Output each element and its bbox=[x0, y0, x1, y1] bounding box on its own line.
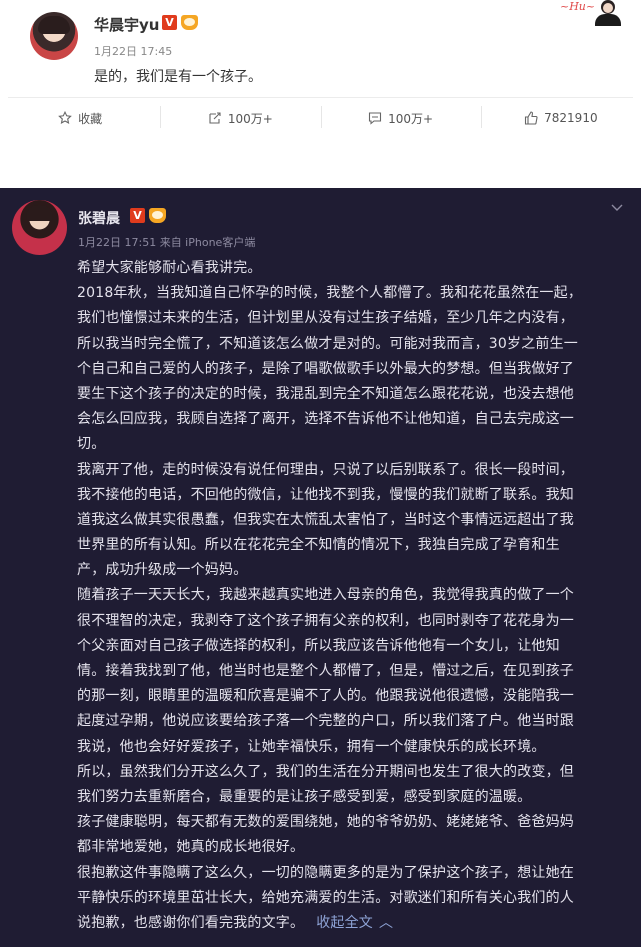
content-line: 我们也憧憬过未来的生活，但计划里从没有过生孩子结婚，至少几年之内没有， bbox=[77, 310, 574, 327]
collapse-full-text-button[interactable]: 收起全文 ︿ bbox=[316, 915, 393, 931]
content-line-last: 说抱歉，也感谢你们看完我的文字。 收起全文 ︿ bbox=[77, 911, 625, 936]
content-line: 个父亲面对自己孩子做选择的权利，所以我应该告诉他他有一个女儿，让他知 bbox=[77, 637, 560, 654]
star-icon bbox=[58, 111, 72, 125]
member-crown-icon bbox=[181, 15, 198, 30]
corner-photo: ~Hu~ bbox=[560, 0, 630, 28]
content-line: 世界里的所有认知。所以在花花完全不知情的情况下，我独自完成了孕育和生 bbox=[77, 537, 560, 554]
comment-icon bbox=[368, 111, 382, 125]
content-line: 我说，他也会好好爱孩子，让她幸福快乐，拥有一个健康快乐的成长环境。 bbox=[77, 738, 546, 755]
user-badges: V bbox=[130, 208, 166, 223]
like-icon bbox=[524, 111, 538, 125]
content-line: 产，成功升级成一个妈妈。 bbox=[77, 562, 248, 579]
content-line: 我不接他的电话，不回他的微信，让他找不到我，慢慢的我们就断了联系。我知 bbox=[77, 486, 574, 503]
content-line: 情。接着我找到了他，他当时也是整个人都懵了，但是，懵过之后，在见到孩子 bbox=[77, 663, 574, 679]
content-line: 随着孩子一天天长大，我越来越真实地进入母亲的角色，我觉得我真的做了一个 bbox=[77, 587, 574, 604]
like-count: 7821910 bbox=[544, 111, 598, 125]
content-line: 起度过孕期，他说应该要给孩子落一个完整的户口，所以我们落了户。他当时跟 bbox=[77, 713, 574, 730]
content-line: 都非常地爱她，她真的成长地很好。 bbox=[77, 839, 305, 856]
content-line: 我离开了他，走的时候没有说任何理由，只说了以后别联系了。很长一段时间， bbox=[77, 461, 574, 478]
repost-button[interactable]: 100万+ bbox=[160, 98, 320, 138]
last-line-text: 说抱歉，也感谢你们看完我的文字。 bbox=[77, 914, 305, 931]
chevron-up-icon: ︿ bbox=[379, 914, 394, 931]
content-line: 所以我当时完全慌了，不知道该怎么做才是对的。可能对我而言，30岁之前生一 bbox=[77, 335, 579, 352]
post-timestamp[interactable]: 1月22日 17:51 来自 iPhone客户端 bbox=[78, 234, 255, 250]
username[interactable]: 华晨宇yu bbox=[94, 14, 159, 35]
content-line: 希望大家能够耐心看我讲完。 bbox=[77, 260, 262, 276]
content-line: 会怎么回应我，我顾自选择了离开，选择不告诉他不让他知道，自己去完成这一 bbox=[77, 411, 574, 428]
avatar[interactable] bbox=[12, 200, 67, 255]
like-button[interactable]: 7821910 bbox=[480, 98, 641, 138]
content-line: 平静快乐的环境里茁壮长大，给她充满爱的生活。对歌迷们和所有关心我们的人 bbox=[77, 889, 574, 906]
member-crown-icon bbox=[149, 208, 166, 223]
content-line: 很不理智的决定，我剥夺了这个孩子拥有父亲的权利，也同时剥夺了花花身为一 bbox=[77, 612, 574, 629]
content-line: 很抱歉这件事隐瞒了这么久，一切的隐瞒更多的是为了保护这个孩子，想让她在 bbox=[77, 864, 574, 881]
person-icon bbox=[590, 0, 626, 26]
user-badges: V bbox=[162, 15, 198, 30]
verified-icon: V bbox=[130, 208, 145, 223]
username[interactable]: 张碧晨 bbox=[78, 208, 120, 228]
collapse-label: 收起全文 bbox=[316, 914, 374, 931]
weibo-post-zhangbichen: 张碧晨 V 1月22日 17:51 来自 iPhone客户端 希望大家能够耐心看… bbox=[0, 188, 641, 947]
action-bar: 收藏 100万+ 100万+ 7821910 bbox=[0, 98, 641, 138]
avatar[interactable] bbox=[30, 12, 78, 60]
post-content: 是的，我们是有一个孩子。 bbox=[94, 69, 262, 85]
post-content: 希望大家能够耐心看我讲完。 2018年秋，当我知道自己怀孕的时候，我整个人都懵了… bbox=[77, 256, 625, 936]
favorite-button[interactable]: 收藏 bbox=[0, 98, 160, 138]
weibo-post-huachenyu: 华晨宇yu V 1月22日 17:45 是的，我们是有一个孩子。 ~Hu~ 收藏… bbox=[0, 0, 641, 150]
content-line: 孩子健康聪明，每天都有无数的爱围绕她，她的爷爷奶奶、姥姥姥爷、爸爸妈妈 bbox=[77, 814, 574, 831]
content-line: 的那一刻，眼睛里的温暖和欣喜是骗不了人的。他跟我说他很遗憾，没能陪我一 bbox=[77, 688, 574, 705]
chevron-down-icon[interactable] bbox=[610, 198, 624, 211]
content-line: 个自己和自己爱的人的孩子，是除了唱歌做歌手以外最大的梦想。但当我做好了 bbox=[77, 360, 574, 377]
content-line: 2018年秋，当我知道自己怀孕的时候，我整个人都懵了。我和花花虽然在一起， bbox=[77, 285, 583, 302]
comment-count: 100万+ bbox=[388, 111, 434, 126]
content-line: 所以，虽然我们分开这么久了，我们的生活在分开期间也发生了很大的改变，但 bbox=[77, 763, 574, 780]
comment-button[interactable]: 100万+ bbox=[320, 98, 481, 138]
content-line: 我们努力去重新磨合，最重要的是让孩子感受到爱，感受到家庭的温暖。 bbox=[77, 788, 532, 805]
repost-count: 100万+ bbox=[227, 111, 273, 126]
repost-icon bbox=[208, 111, 222, 125]
favorite-label: 收藏 bbox=[78, 111, 103, 126]
post-timestamp[interactable]: 1月22日 17:45 bbox=[94, 43, 172, 59]
content-line: 道我这么做其实很愚蠢，但我实在太慌乱太害怕了，当时这个事情远远超出了我 bbox=[77, 511, 574, 528]
verified-icon: V bbox=[162, 15, 177, 30]
content-line: 要生下这个孩子的决定的时候，我混乱到完全不知道怎么跟花花说，也没去想他 bbox=[77, 385, 574, 402]
content-line: 切。 bbox=[77, 436, 106, 453]
